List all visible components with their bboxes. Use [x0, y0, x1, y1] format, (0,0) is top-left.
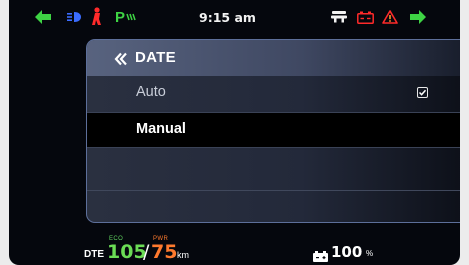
arrow-left-icon — [35, 6, 51, 28]
arrow-right-icon — [410, 6, 426, 28]
headlight-icon — [67, 6, 82, 28]
range-bar: DTE ECO 105 / PWR 75 km 100 % — [9, 232, 460, 265]
power-range-value: 75 — [151, 241, 178, 263]
battery-level-value: 100 — [331, 243, 363, 261]
status-bar: P 9:15 am — [9, 0, 460, 34]
date-menu-panel: DATE Auto Manual — [86, 39, 460, 223]
clock: 9:15 am — [199, 9, 256, 25]
option-label: Auto — [136, 84, 166, 100]
dashboard-screen: P 9:15 am DATE Auto Manual DTE ECO 105 /… — [9, 0, 460, 265]
battery-warning-icon — [357, 6, 374, 28]
menu-title: DATE — [135, 49, 176, 66]
eco-range-value: 105 — [107, 241, 147, 263]
fog-light-icon — [331, 6, 347, 28]
battery-percent-unit: % — [366, 249, 374, 258]
option-label: Manual — [136, 121, 186, 137]
menu-option-auto[interactable]: Auto — [87, 76, 460, 110]
range-unit: km — [177, 250, 189, 260]
menu-option-manual[interactable]: Manual — [87, 112, 460, 148]
dte-label: DTE — [84, 249, 104, 260]
double-chevron-left-icon[interactable] — [114, 51, 128, 66]
kickstand-icon — [91, 6, 103, 28]
checkbox-checked-icon[interactable] — [417, 87, 428, 98]
battery-icon — [313, 247, 328, 265]
warning-triangle-icon — [382, 6, 398, 28]
menu-header[interactable]: DATE — [87, 40, 460, 76]
parking-light-label: P — [115, 8, 126, 26]
parking-light-icon: P — [115, 6, 136, 28]
range-separator: / — [143, 241, 150, 263]
divider — [87, 190, 460, 191]
